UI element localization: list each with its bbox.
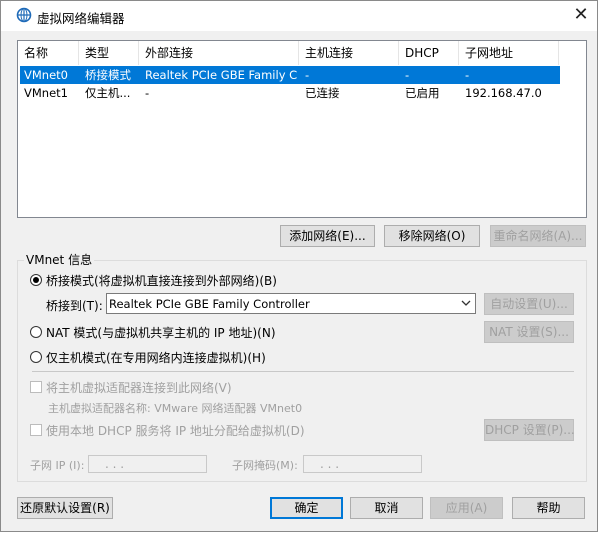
- host-only-label[interactable]: 仅主机模式(在专用网络内连接虚拟机)(H): [46, 349, 266, 366]
- dhcp-settings-button[interactable]: DHCP 设置(P)...: [484, 419, 575, 441]
- chevron-down-icon: [461, 300, 471, 306]
- dhcp-label[interactable]: 使用本地 DHCP 服务将 IP 地址分配给虚拟机(D): [46, 422, 305, 439]
- network-list[interactable]: 名称 类型 外部连接 主机连接 DHCP 子网地址 VMnet0 桥接模式 Re…: [17, 40, 587, 218]
- cell-type: 仅主机...: [85, 86, 131, 100]
- help-button[interactable]: 帮助: [512, 497, 585, 519]
- cell-dhcp: -: [405, 68, 410, 82]
- subnet-mask-label: 子网掩码(M):: [232, 459, 298, 472]
- remove-network-button[interactable]: 移除网络(O): [384, 225, 480, 247]
- subnet-ip-dots: . . .: [105, 457, 125, 471]
- cell-external: -: [145, 86, 150, 100]
- add-network-button[interactable]: 添加网络(E)...: [280, 225, 375, 247]
- subnet-mask-input[interactable]: . . .: [303, 455, 422, 473]
- close-icon[interactable]: ✕: [568, 3, 594, 27]
- table-row[interactable]: VMnet0 桥接模式 Realtek PCIe GBE Family Co..…: [20, 66, 560, 84]
- cell-host: -: [305, 68, 310, 82]
- vmware-network-icon: [16, 7, 32, 23]
- cell-subnet: -: [465, 68, 470, 82]
- cancel-button[interactable]: 取消: [350, 497, 423, 519]
- host-only-radio[interactable]: [30, 351, 42, 363]
- cell-external: Realtek PCIe GBE Family Co...: [145, 68, 297, 82]
- subnet-ip-label: 子网 IP (I):: [30, 459, 85, 472]
- cell-name: VMnet1: [24, 86, 68, 100]
- cell-type: 桥接模式: [85, 68, 131, 82]
- column-header-subnet[interactable]: 子网地址: [459, 41, 559, 65]
- nat-settings-button[interactable]: NAT 设置(S)...: [484, 321, 574, 343]
- adapter-name-label: 主机虚拟适配器名称: VMware 网络适配器 VMnet0: [48, 402, 303, 415]
- cell-dhcp: 已启用: [405, 86, 440, 100]
- column-header-type[interactable]: 类型: [79, 41, 139, 65]
- table-row[interactable]: VMnet1 仅主机... - 已连接 已启用 192.168.47.0: [20, 84, 560, 102]
- cell-subnet: 192.168.47.0: [465, 86, 542, 100]
- cell-name: VMnet0: [24, 68, 68, 82]
- window-title: 虚拟网络编辑器: [37, 11, 125, 26]
- connect-adapter-label[interactable]: 将主机虚拟适配器连接到此网络(V): [46, 379, 232, 396]
- bridge-to-label: 桥接到(T):: [46, 299, 103, 313]
- nat-mode-radio[interactable]: [30, 326, 42, 338]
- bridged-mode-radio[interactable]: [30, 274, 42, 286]
- connect-adapter-checkbox[interactable]: [30, 381, 42, 393]
- dhcp-checkbox[interactable]: [30, 424, 42, 436]
- auto-settings-button[interactable]: 自动设置(U)...: [484, 293, 574, 315]
- nat-mode-label[interactable]: NAT 模式(与虚拟机共享主机的 IP 地址)(N): [46, 324, 276, 341]
- subnet-mask-dots: . . .: [320, 457, 340, 471]
- column-header-host[interactable]: 主机连接: [299, 41, 399, 65]
- column-header-external[interactable]: 外部连接: [139, 41, 299, 65]
- apply-button[interactable]: 应用(A): [430, 497, 503, 519]
- cell-host: 已连接: [305, 86, 340, 100]
- rename-network-button[interactable]: 重命名网络(A)...: [490, 225, 586, 247]
- bridge-to-select[interactable]: Realtek PCIe GBE Family Controller: [106, 293, 476, 314]
- subnet-ip-input[interactable]: . . .: [88, 455, 207, 473]
- column-header-name[interactable]: 名称: [18, 41, 79, 65]
- ok-button[interactable]: 确定: [270, 497, 343, 519]
- vmnet-info-label: VMnet 信息: [24, 251, 95, 268]
- bridge-to-value: Realtek PCIe GBE Family Controller: [109, 297, 310, 311]
- bridged-mode-label[interactable]: 桥接模式(将虚拟机直接连接到外部网络)(B): [46, 272, 277, 289]
- restore-defaults-button[interactable]: 还原默认设置(R): [17, 497, 113, 519]
- column-header-dhcp[interactable]: DHCP: [399, 41, 459, 65]
- divider: [32, 371, 574, 372]
